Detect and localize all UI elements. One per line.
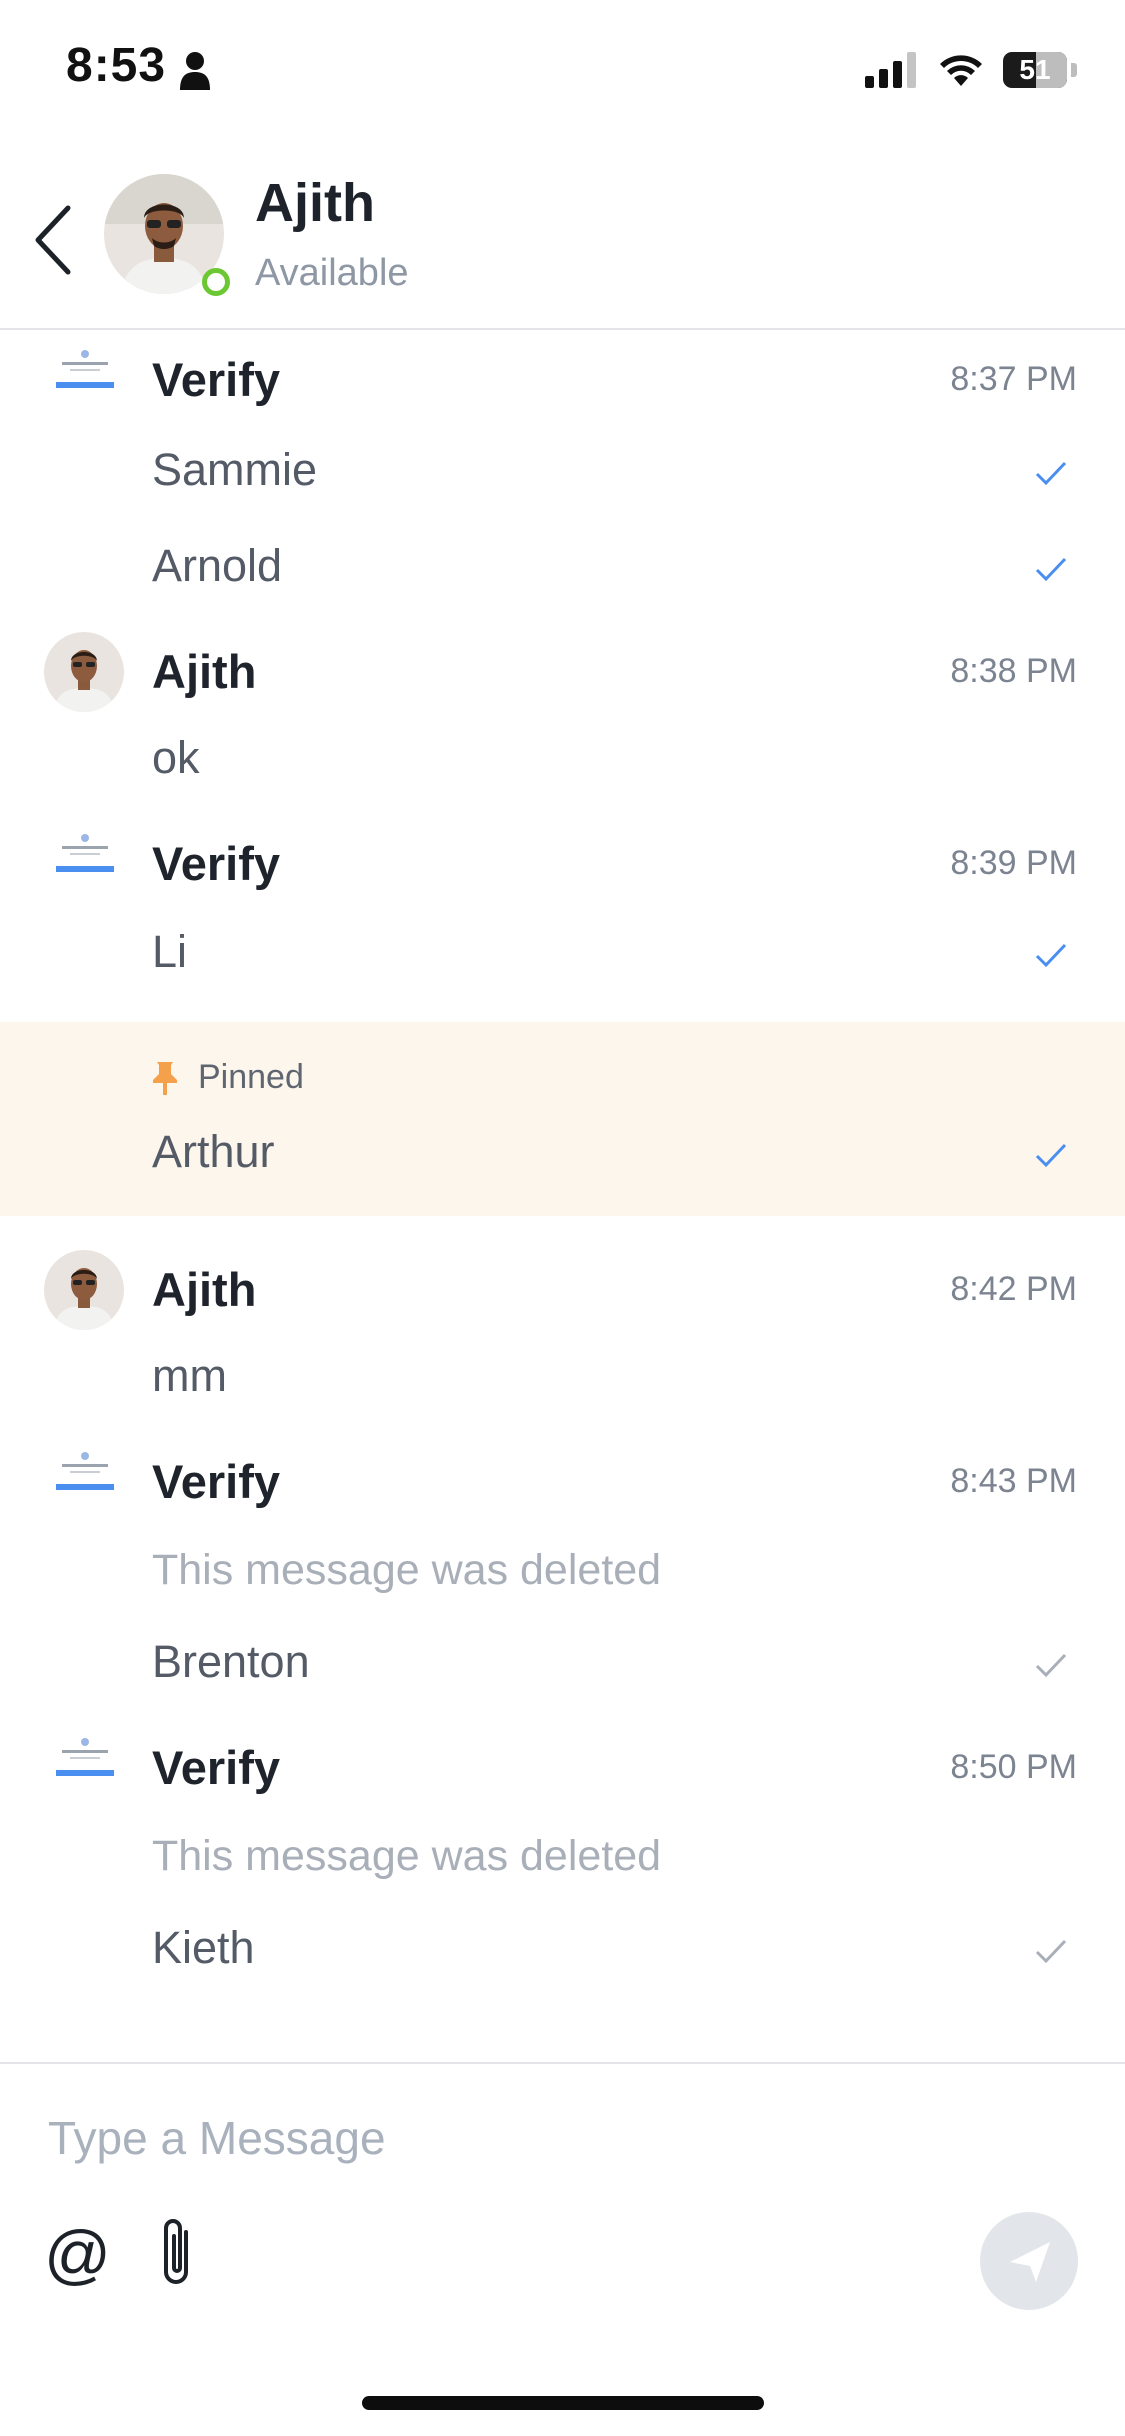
contact-status: Available xyxy=(255,252,409,294)
home-indicator[interactable] xyxy=(362,2396,764,2410)
sent-check-icon xyxy=(1035,1939,1067,1964)
wifi-icon xyxy=(940,55,982,86)
message-text[interactable]: Brenton xyxy=(152,1636,310,1688)
message-list[interactable]: Verify 8:37 PM Sammie Arnold Ajith 8:38 … xyxy=(0,332,1125,2062)
message-text[interactable]: Sammie xyxy=(152,444,317,496)
message-text[interactable]: Arthur xyxy=(152,1126,275,1178)
read-check-icon xyxy=(1035,943,1067,968)
sender-name[interactable]: Verify xyxy=(152,1454,280,1509)
chat-header: Ajith Available xyxy=(0,140,1125,330)
message-composer: @ xyxy=(0,2062,1125,2436)
verify-avatar-icon xyxy=(50,346,120,416)
cellular-signal-icon xyxy=(865,52,916,88)
pin-icon xyxy=(153,1062,177,1095)
sender-name[interactable]: Verify xyxy=(152,352,280,407)
send-button[interactable] xyxy=(980,2212,1078,2310)
message-text[interactable]: Arnold xyxy=(152,540,282,592)
verify-avatar-icon xyxy=(50,830,120,900)
verify-avatar-icon xyxy=(50,1734,120,1804)
status-bar: 8:53 51 xyxy=(0,0,1125,140)
message-input[interactable] xyxy=(48,2108,948,2168)
contact-name[interactable]: Ajith xyxy=(255,172,375,234)
sender-avatar[interactable] xyxy=(44,632,124,712)
person-icon xyxy=(180,52,210,90)
sender-avatar[interactable] xyxy=(44,1250,124,1330)
sender-name[interactable]: Ajith xyxy=(152,644,256,699)
status-indicators: 51 xyxy=(865,48,1077,92)
attachment-icon[interactable] xyxy=(152,2214,204,2294)
read-check-icon xyxy=(1035,461,1067,486)
sender-name[interactable]: Ajith xyxy=(152,1262,256,1317)
message-time: 8:42 PM xyxy=(950,1270,1077,1308)
pinned-message[interactable]: Pinned Arthur xyxy=(0,1022,1125,1216)
read-check-icon xyxy=(1035,557,1067,582)
battery-percentage: 51 xyxy=(1019,54,1051,85)
online-status-dot xyxy=(202,268,230,296)
deleted-message-text: This message was deleted xyxy=(152,1546,662,1594)
sender-name[interactable]: Verify xyxy=(152,836,280,891)
message-text[interactable]: Kieth xyxy=(152,1922,255,1974)
pinned-label: Pinned xyxy=(198,1058,304,1096)
message-time: 8:43 PM xyxy=(950,1462,1077,1500)
sent-check-icon xyxy=(1035,1653,1067,1678)
back-button[interactable] xyxy=(30,200,80,280)
read-check-icon xyxy=(1035,1143,1067,1168)
message-text[interactable]: ok xyxy=(152,732,200,784)
battery-tip xyxy=(1071,63,1077,77)
message-time: 8:37 PM xyxy=(950,360,1077,398)
contact-avatar[interactable] xyxy=(104,174,230,296)
message-text[interactable]: mm xyxy=(152,1350,227,1402)
message-text[interactable]: Li xyxy=(152,926,187,978)
message-time: 8:50 PM xyxy=(950,1748,1077,1786)
battery-icon: 51 xyxy=(1003,52,1067,88)
sender-name[interactable]: Verify xyxy=(152,1740,280,1795)
message-time: 8:39 PM xyxy=(950,844,1077,882)
deleted-message-text: This message was deleted xyxy=(152,1832,662,1880)
message-time: 8:38 PM xyxy=(950,652,1077,690)
send-icon xyxy=(1010,2242,1050,2282)
status-time: 8:53 xyxy=(66,39,167,92)
mention-button[interactable]: @ xyxy=(44,2214,111,2294)
verify-avatar-icon xyxy=(50,1448,120,1518)
